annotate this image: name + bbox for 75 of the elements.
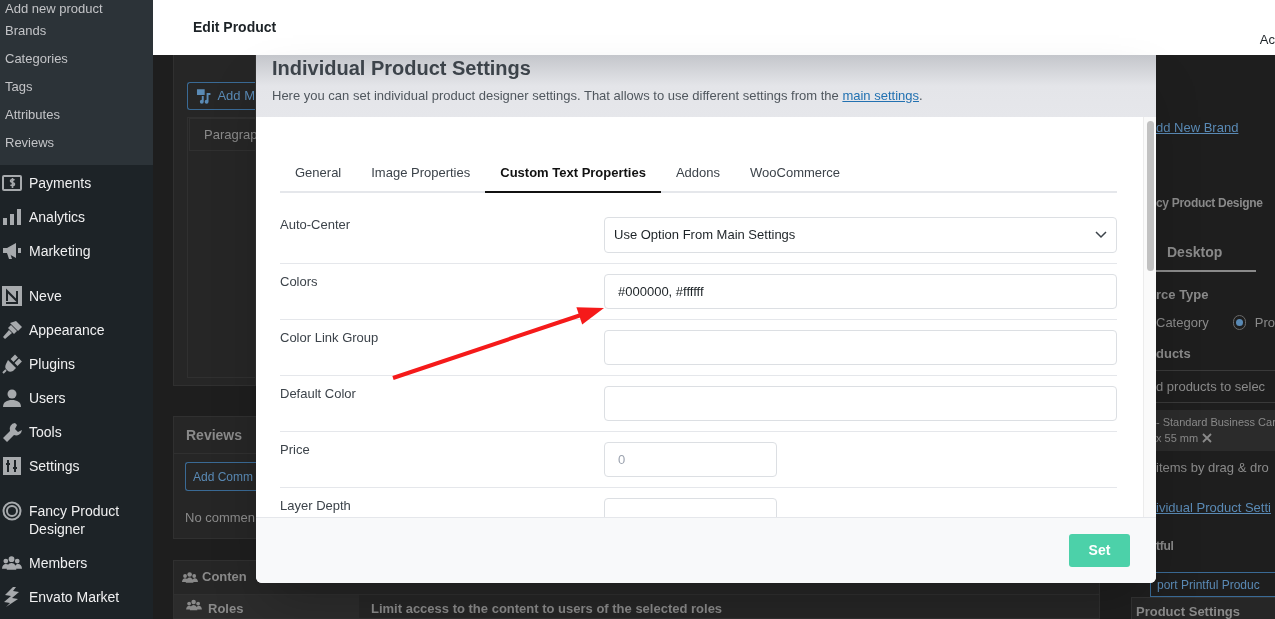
people-icon: [186, 598, 202, 611]
chevron-down-icon: [1095, 231, 1107, 239]
field-label: rce Type: [1156, 286, 1210, 304]
bar-chart-icon: [3, 209, 21, 225]
tab[interactable]: General: [280, 165, 357, 193]
radio-label: Pro: [1254, 313, 1275, 332]
banknote-icon: [2, 175, 22, 191]
search-field[interactable]: d products to selec: [1150, 369, 1275, 403]
scrollbar[interactable]: [1146, 121, 1154, 271]
submenu-item[interactable]: Reviews: [0, 129, 153, 157]
menu-item[interactable]: Members: [0, 546, 153, 580]
input-field[interactable]: #000000, #ffffff: [604, 274, 1117, 309]
input-field[interactable]: [604, 386, 1117, 421]
menu-item[interactable]: Tools: [0, 415, 153, 449]
people-icon: [2, 555, 22, 571]
section-heading: tful: [1156, 538, 1175, 555]
menu-item[interactable]: Payments: [0, 166, 153, 200]
field-label: Auto-Center: [280, 217, 352, 234]
menu-item[interactable]: Settings: [0, 449, 153, 483]
modal-description: Here you can set individual product designer settings. That allows to use different settings from the main settings.: [272, 87, 924, 105]
megaphone-icon: [2, 242, 22, 260]
panel-title: Conten: [202, 568, 247, 587]
submenu-item[interactable]: Categories: [0, 45, 153, 73]
empty-message: No commen: [184, 509, 256, 527]
main-settings-link[interactable]: main settings: [842, 88, 919, 103]
page-title: Edit Product: [192, 18, 277, 37]
input-field[interactable]: 0: [604, 442, 777, 477]
menu-item[interactable]: Analytics: [0, 200, 153, 234]
plug-icon: [2, 354, 22, 374]
roles-hint: Limit access to the content to users of the selected roles: [370, 599, 723, 618]
menu-item[interactable]: Envato Market: [0, 580, 153, 614]
submenu-item[interactable]: Attributes: [0, 101, 153, 129]
menu-item[interactable]: Appearance: [0, 313, 153, 347]
panel-title: Product Settings: [1136, 603, 1241, 619]
brush-icon: [2, 321, 22, 339]
people-icon: [182, 570, 198, 584]
ring-icon: [2, 501, 22, 521]
submenu-item[interactable]: Add new product: [0, 0, 153, 17]
menu-item[interactable]: Users: [0, 381, 153, 415]
media-icon: [196, 88, 212, 104]
radio-label: Category: [1156, 313, 1209, 332]
sliders-icon: [3, 457, 21, 475]
hint-text: items by drag & dro: [1156, 458, 1270, 477]
close-icon[interactable]: [1202, 433, 1213, 444]
lightning-icon: [3, 587, 21, 607]
chip-text: x 55 mm: [1156, 431, 1199, 446]
field-label: ducts: [1156, 345, 1192, 363]
tab[interactable]: Addons: [660, 165, 736, 193]
submenu-item[interactable]: Tags: [0, 73, 153, 101]
select-field[interactable]: Use Option From Main Settings: [604, 217, 1117, 253]
menu-item[interactable]: Marketing: [0, 234, 153, 268]
block-format-select[interactable]: Paragrap: [189, 118, 255, 151]
roles-tab[interactable]: Roles: [174, 594, 359, 618]
link[interactable]: ividual Product Setti: [1156, 500, 1271, 515]
menu-item[interactable]: Fancy Product Designer: [0, 494, 153, 546]
section-heading: cy Product Designe: [1156, 195, 1264, 212]
field-label: Colors: [280, 274, 319, 291]
tab[interactable]: WooCommerce: [735, 165, 856, 193]
tab[interactable]: Custom Text Properties: [485, 165, 661, 193]
input-field[interactable]: [604, 330, 1117, 365]
field-label: Layer Depth: [280, 498, 352, 515]
modal-title: Individual Product Settings: [272, 56, 532, 80]
user-icon: [3, 389, 21, 407]
link[interactable]: dd New Brand: [1156, 120, 1239, 135]
add-media-button[interactable]: Add M: [187, 82, 255, 110]
field-label: Default Color: [280, 386, 357, 403]
field-label: Price: [280, 442, 311, 459]
header-action[interactable]: Ac: [1259, 0, 1275, 55]
chip-text: - Standard Business Car: [1156, 414, 1275, 430]
tab[interactable]: Image Properties: [356, 165, 486, 193]
submenu-item[interactable]: Brands: [0, 17, 153, 45]
wrench-icon: [2, 422, 22, 442]
field-label: Color Link Group: [280, 330, 380, 347]
menu-item[interactable]: Plugins: [0, 347, 153, 381]
menu-item[interactable]: Neve: [0, 279, 153, 313]
